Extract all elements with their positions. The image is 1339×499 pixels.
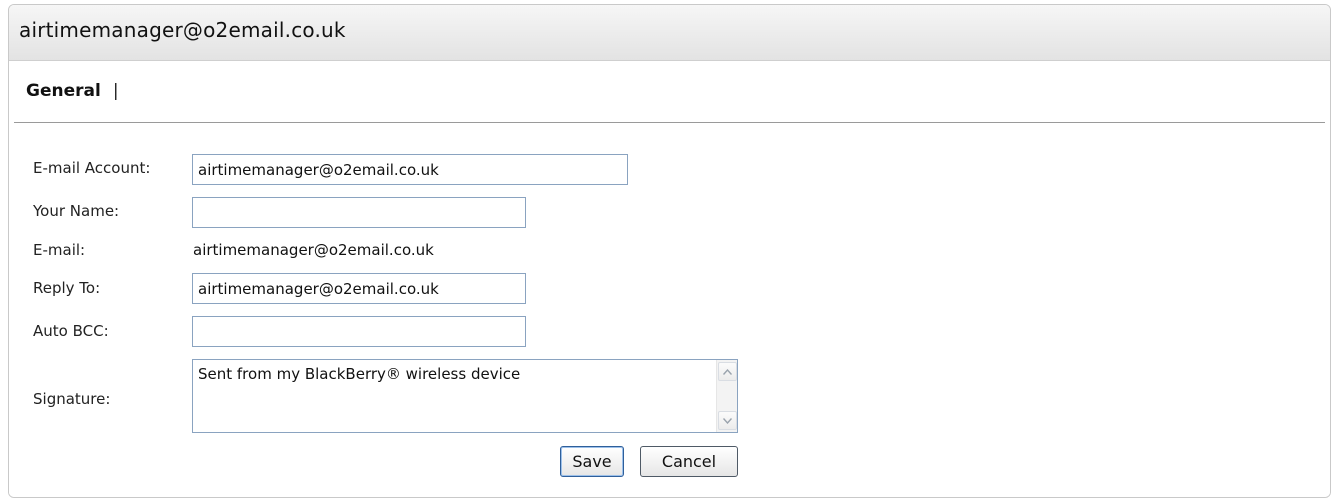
signature-box: Sent from my BlackBerry® wireless device <box>192 359 738 433</box>
signature-label: Signature: <box>33 390 111 408</box>
tab-general[interactable]: General <box>26 81 101 101</box>
chevron-up-icon <box>723 368 732 375</box>
auto-bcc-field[interactable] <box>192 316 526 347</box>
signature-textarea[interactable]: Sent from my BlackBerry® wireless device <box>193 360 717 432</box>
email-label: E-mail: <box>33 241 86 259</box>
email-account-label: E-mail Account: <box>33 159 151 177</box>
tab-separator: | <box>112 81 119 101</box>
scroll-down-button[interactable] <box>718 411 737 430</box>
email-settings-panel: airtimemanager@o2email.co.uk General | E-… <box>8 4 1331 498</box>
signature-scrollbar[interactable] <box>716 360 737 432</box>
cancel-button[interactable]: Cancel <box>640 446 738 477</box>
tab-divider <box>14 122 1325 123</box>
window-title: airtimemanager@o2email.co.uk <box>19 18 346 42</box>
your-name-label: Your Name: <box>33 202 120 220</box>
title-bar: airtimemanager@o2email.co.uk <box>9 5 1330 61</box>
reply-to-field[interactable] <box>192 273 526 304</box>
chevron-down-icon <box>723 417 732 424</box>
reply-to-label: Reply To: <box>33 279 101 297</box>
save-button[interactable]: Save <box>560 446 624 477</box>
auto-bcc-label: Auto BCC: <box>33 322 109 340</box>
tab-bar: General | <box>26 81 119 105</box>
email-account-field[interactable] <box>192 154 628 185</box>
email-value: airtimemanager@o2email.co.uk <box>193 241 434 259</box>
your-name-field[interactable] <box>192 197 526 228</box>
scroll-up-button[interactable] <box>718 362 737 381</box>
settings-content: General | E-mail Account: Your Name: E-ma… <box>9 61 1330 497</box>
